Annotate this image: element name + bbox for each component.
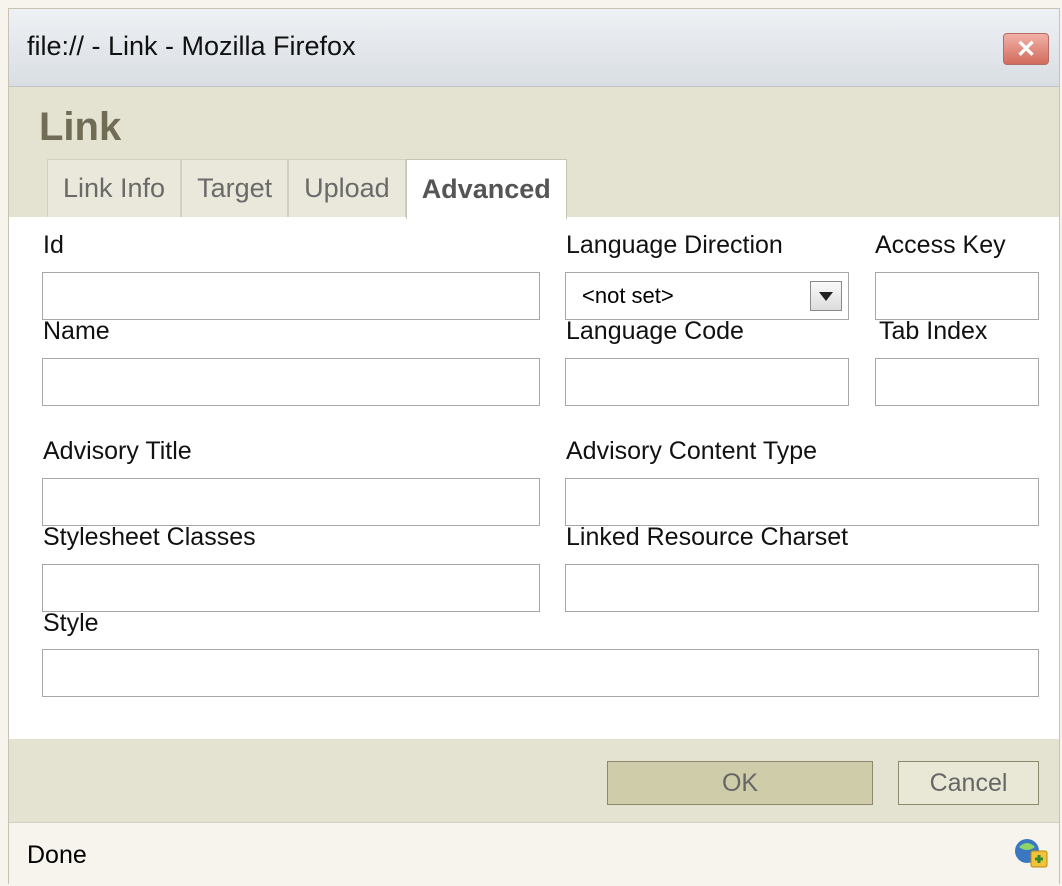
language-direction-label: Language Direction xyxy=(566,231,783,259)
tab-link-info[interactable]: Link Info xyxy=(47,159,182,217)
stylesheet-classes-input[interactable] xyxy=(42,564,540,612)
tab-index-label: Tab Index xyxy=(879,317,988,345)
advisory-content-type-input[interactable] xyxy=(565,478,1039,526)
dropdown-button[interactable] xyxy=(810,281,842,311)
cancel-button[interactable]: Cancel xyxy=(898,761,1039,805)
dialog-title: Link xyxy=(39,105,122,149)
tab-advanced[interactable]: Advanced xyxy=(405,159,567,219)
language-direction-value: <not set> xyxy=(582,283,674,308)
language-direction-select[interactable]: <not set> xyxy=(565,272,849,320)
id-input[interactable] xyxy=(42,272,540,320)
advisory-content-type-label: Advisory Content Type xyxy=(566,437,818,465)
dialog-header: Link Link Info Target Upload Advanced xyxy=(9,87,1059,219)
id-label: Id xyxy=(43,231,64,259)
close-button[interactable]: ✕ xyxy=(1003,33,1049,65)
connection-status-icon xyxy=(1015,839,1048,868)
tab-bar: Link Info Target Upload Advanced xyxy=(47,159,567,219)
status-bar: Done xyxy=(9,822,1059,886)
status-text: Done xyxy=(27,841,87,869)
linked-resource-charset-label: Linked Resource Charset xyxy=(566,523,849,551)
link-dialog: Link Link Info Target Upload Advanced Id… xyxy=(9,87,1059,823)
tab-upload[interactable]: Upload xyxy=(288,159,406,217)
stylesheet-classes-label: Stylesheet Classes xyxy=(43,523,256,551)
browser-window: file:// - Link - Mozilla Firefox ✕ Link … xyxy=(8,8,1060,886)
tab-index-input[interactable] xyxy=(875,358,1039,406)
style-input[interactable] xyxy=(42,649,1039,697)
language-code-input[interactable] xyxy=(565,358,849,406)
dialog-footer: OK Cancel xyxy=(9,739,1059,822)
advisory-title-input[interactable] xyxy=(42,478,540,526)
title-bar: file:// - Link - Mozilla Firefox ✕ xyxy=(9,9,1059,87)
advisory-title-label: Advisory Title xyxy=(43,437,192,465)
name-input[interactable] xyxy=(42,358,540,406)
access-key-label: Access Key xyxy=(875,231,1006,259)
window-title: file:// - Link - Mozilla Firefox xyxy=(27,31,356,61)
access-key-input[interactable] xyxy=(875,272,1039,320)
name-label: Name xyxy=(43,317,110,345)
language-code-label: Language Code xyxy=(566,317,744,345)
tab-target[interactable]: Target xyxy=(181,159,289,217)
style-label: Style xyxy=(43,609,99,637)
advanced-tab-panel: Id Language Direction <not set> Access K… xyxy=(9,217,1059,727)
chevron-down-icon xyxy=(819,291,833,301)
close-icon: ✕ xyxy=(1015,35,1037,63)
ok-button[interactable]: OK xyxy=(607,761,873,805)
linked-resource-charset-input[interactable] xyxy=(565,564,1039,612)
